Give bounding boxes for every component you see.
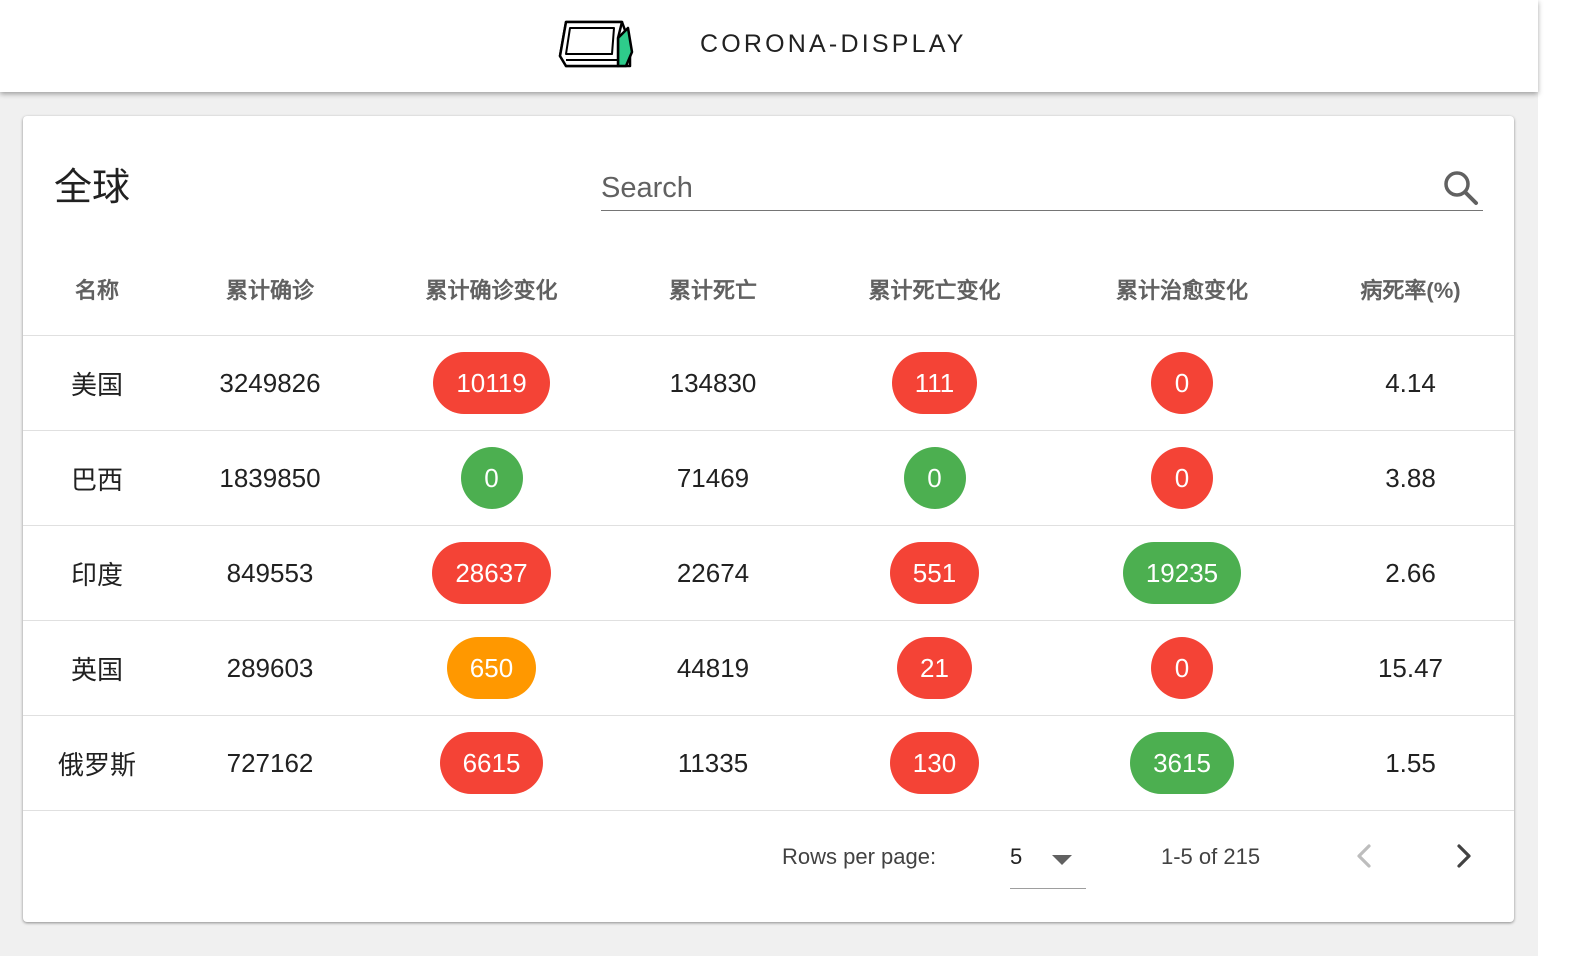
dropdown-arrow-icon bbox=[1052, 855, 1072, 865]
table-row[interactable]: 巴西 1839850 0 71469 0 0 3.88 bbox=[23, 430, 1514, 526]
fatality-rate: 4.14 bbox=[1307, 335, 1514, 431]
table-header: 名称 累计确诊 累计确诊变化 累计死亡 累计死亡变化 累计治愈变化 病死率(%) bbox=[23, 242, 1514, 336]
confirmed-total: 727162 bbox=[171, 715, 369, 811]
confirmed-change-chip: 10119 bbox=[433, 352, 550, 414]
confirmed-change-cell: 28637 bbox=[369, 525, 614, 621]
confirmed-change-chip: 0 bbox=[460, 447, 523, 509]
search-icon[interactable] bbox=[1441, 168, 1481, 208]
cured-change-cell: 19235 bbox=[1057, 525, 1307, 621]
confirmed-change-cell: 650 bbox=[369, 620, 614, 716]
search-bar bbox=[601, 166, 1483, 211]
deaths-total: 22674 bbox=[614, 525, 812, 621]
header-row: 名称 累计确诊 累计确诊变化 累计死亡 累计死亡变化 累计治愈变化 病死率(%) bbox=[23, 242, 1514, 336]
cured-change-chip: 0 bbox=[1151, 637, 1213, 699]
cured-change-chip: 3615 bbox=[1130, 732, 1234, 794]
search-input[interactable] bbox=[601, 168, 1421, 208]
chevron-right-icon[interactable] bbox=[1443, 836, 1483, 876]
deaths-total: 44819 bbox=[614, 620, 812, 716]
confirmed-total: 1839850 bbox=[171, 430, 369, 526]
column-header-fatality-rate[interactable]: 病死率(%) bbox=[1307, 242, 1514, 336]
cured-change-chip: 0 bbox=[1151, 352, 1213, 414]
cured-change-cell: 0 bbox=[1057, 620, 1307, 716]
deaths-change-chip: 0 bbox=[903, 447, 966, 509]
table-body: 美国 3249826 10119 134830 111 0 4.14 巴西 18… bbox=[23, 335, 1514, 811]
country-name: 美国 bbox=[23, 335, 171, 431]
confirmed-change-chip: 28637 bbox=[432, 542, 551, 604]
confirmed-change-chip: 650 bbox=[446, 637, 537, 699]
page-range-info: 1-5 of 215 bbox=[1161, 844, 1261, 869]
confirmed-total: 3249826 bbox=[171, 335, 369, 431]
confirmed-change-chip: 6615 bbox=[439, 732, 544, 794]
table-row[interactable]: 英国 289603 650 44819 21 0 15.47 bbox=[23, 620, 1514, 716]
column-header-deaths-change[interactable]: 累计死亡变化 bbox=[812, 242, 1057, 336]
deaths-total: 11335 bbox=[614, 715, 812, 811]
confirmed-total: 289603 bbox=[171, 620, 369, 716]
table-row[interactable]: 印度 849553 28637 22674 551 19235 2.66 bbox=[23, 525, 1514, 621]
deaths-total: 134830 bbox=[614, 335, 812, 431]
column-header-confirmed[interactable]: 累计确诊 bbox=[171, 242, 369, 336]
cured-change-cell: 0 bbox=[1057, 430, 1307, 526]
deaths-change-cell: 130 bbox=[812, 715, 1057, 811]
fatality-rate: 2.66 bbox=[1307, 525, 1514, 621]
fatality-rate: 15.47 bbox=[1307, 620, 1514, 716]
fatality-rate: 1.55 bbox=[1307, 715, 1514, 811]
chevron-left-icon[interactable] bbox=[1345, 836, 1385, 876]
deaths-change-cell: 551 bbox=[812, 525, 1057, 621]
confirmed-total: 849553 bbox=[171, 525, 369, 621]
deaths-change-chip: 21 bbox=[897, 637, 972, 699]
deaths-change-chip: 551 bbox=[889, 542, 980, 604]
cured-change-chip: 0 bbox=[1151, 447, 1213, 509]
country-name: 俄罗斯 bbox=[23, 715, 171, 811]
card-title: 全球 bbox=[54, 167, 131, 209]
monitor-logo-icon bbox=[558, 20, 634, 68]
country-name: 巴西 bbox=[23, 430, 171, 526]
cured-change-cell: 0 bbox=[1057, 335, 1307, 431]
confirmed-change-cell: 10119 bbox=[369, 335, 614, 431]
deaths-change-chip: 111 bbox=[891, 352, 978, 414]
fatality-rate: 3.88 bbox=[1307, 430, 1514, 526]
global-stats-card: 全球 名称 累计确诊 累计确诊变化 累计死亡 累计死亡变化 累计治愈变化 bbox=[23, 116, 1514, 922]
stats-table: 名称 累计确诊 累计确诊变化 累计死亡 累计死亡变化 累计治愈变化 病死率(%)… bbox=[23, 242, 1514, 811]
deaths-change-chip: 130 bbox=[889, 732, 980, 794]
app-bar: CORONA-DISPLAY bbox=[0, 0, 1538, 92]
cured-change-cell: 3615 bbox=[1057, 715, 1307, 811]
app-title: CORONA-DISPLAY bbox=[700, 30, 967, 58]
table-row[interactable]: 俄罗斯 727162 6615 11335 130 3615 1.55 bbox=[23, 715, 1514, 811]
column-header-deaths[interactable]: 累计死亡 bbox=[614, 242, 812, 336]
table-pagination: Rows per page: 5 1-5 of 215 bbox=[23, 808, 1514, 922]
deaths-total: 71469 bbox=[614, 430, 812, 526]
rows-per-page-select[interactable]: 5 bbox=[1010, 832, 1086, 889]
column-header-name[interactable]: 名称 bbox=[23, 242, 171, 336]
country-name: 印度 bbox=[23, 525, 171, 621]
rows-per-page-value: 5 bbox=[1010, 844, 1023, 869]
confirmed-change-cell: 0 bbox=[369, 430, 614, 526]
deaths-change-cell: 0 bbox=[812, 430, 1057, 526]
deaths-change-cell: 111 bbox=[812, 335, 1057, 431]
table-row[interactable]: 美国 3249826 10119 134830 111 0 4.14 bbox=[23, 335, 1514, 431]
confirmed-change-cell: 6615 bbox=[369, 715, 614, 811]
column-header-confirmed-change[interactable]: 累计确诊变化 bbox=[369, 242, 614, 336]
country-name: 英国 bbox=[23, 620, 171, 716]
rows-per-page-label: Rows per page: bbox=[782, 844, 937, 869]
cured-change-chip: 19235 bbox=[1122, 542, 1242, 604]
page-edge-strip bbox=[1538, 0, 1596, 956]
column-header-cured-change[interactable]: 累计治愈变化 bbox=[1057, 242, 1307, 336]
deaths-change-cell: 21 bbox=[812, 620, 1057, 716]
